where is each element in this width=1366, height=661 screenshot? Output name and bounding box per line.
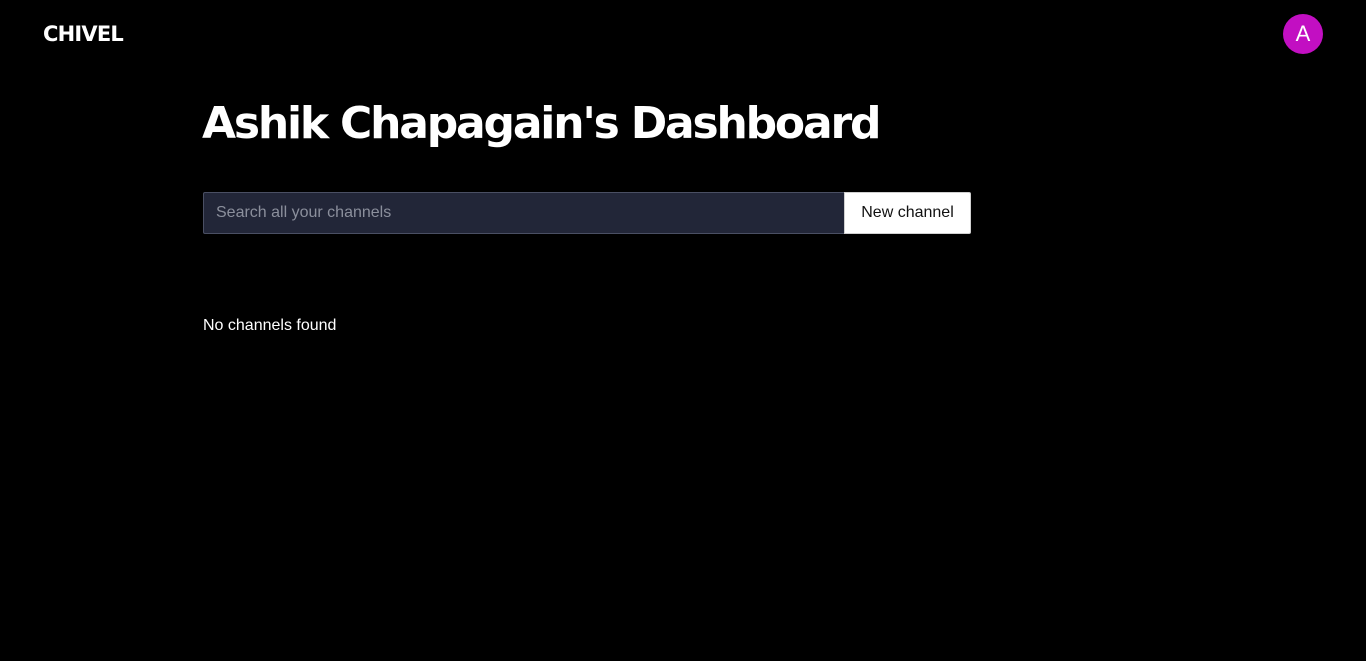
user-avatar[interactable]: A	[1283, 14, 1323, 54]
top-nav: CHIVEL A	[0, 0, 1366, 70]
channel-search-input[interactable]	[203, 192, 844, 234]
new-channel-button[interactable]: New channel	[844, 192, 971, 234]
app-logo[interactable]: CHIVEL	[43, 21, 124, 47]
dashboard-page: CHIVEL A Ashik Chapagain's Dashboard New…	[0, 0, 1366, 661]
channel-search-bar: New channel	[203, 192, 971, 234]
empty-state-message: No channels found	[203, 317, 337, 334]
page-title: Ashik Chapagain's Dashboard	[202, 98, 881, 149]
